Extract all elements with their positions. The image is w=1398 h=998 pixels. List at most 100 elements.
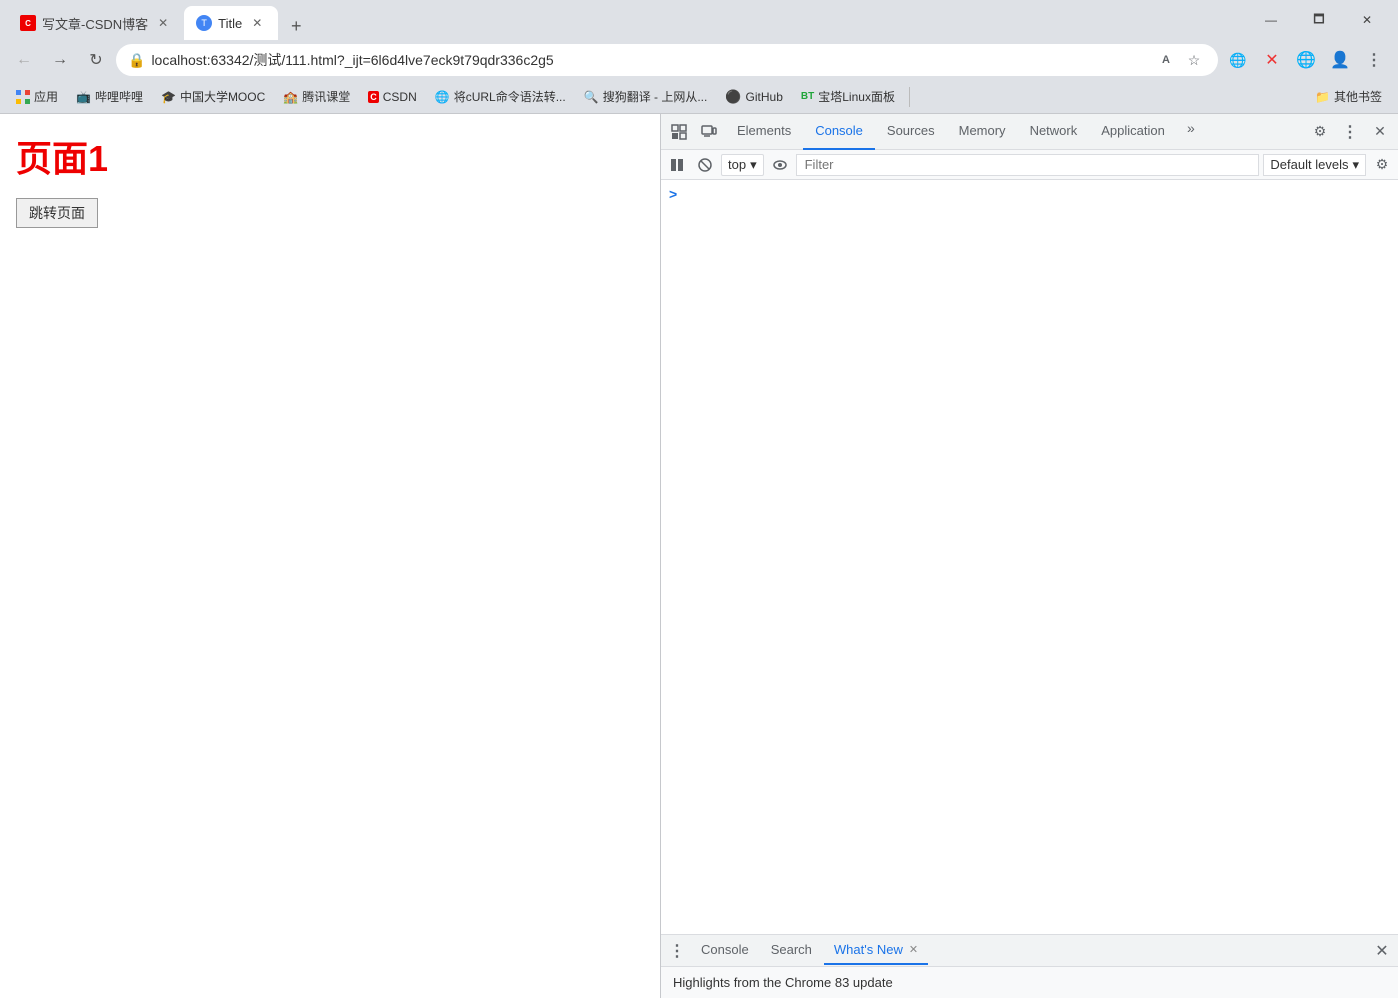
sougou-icon: 🔍 (584, 90, 599, 104)
github-icon: ⚫ (725, 89, 741, 105)
more-tabs-button[interactable]: » (1177, 114, 1205, 142)
devtools-panel: Elements Console Sources Memory Network … (660, 114, 1398, 998)
bookmark-separator (909, 87, 910, 107)
tab-network[interactable]: Network (1018, 114, 1090, 150)
profile-button[interactable]: 👤 (1324, 44, 1356, 76)
drawer-tab-whats-new[interactable]: What's New ✕ (824, 937, 928, 965)
browser-toolbar: ← → ↻ 🔒 localhost:63342/测试/111.html?_ijt… (0, 40, 1398, 80)
tab-title-csdn: 写文章-CSDN博客 (42, 14, 148, 33)
back-button[interactable]: ← (8, 44, 40, 76)
bookmark-apps[interactable]: 应用 (8, 84, 66, 110)
tab-elements[interactable]: Elements (725, 114, 803, 150)
drawer-whats-new-label: What's New (834, 942, 903, 957)
drawer-tab-close-icon[interactable]: ✕ (909, 943, 918, 956)
minimize-button[interactable]: — (1248, 4, 1294, 36)
device-icon (701, 124, 717, 140)
address-text: localhost:63342/测试/111.html?_ijt=6l6d4lv… (151, 50, 1148, 70)
drawer-close-button[interactable]: ✕ (1370, 939, 1394, 963)
bookmark-bt[interactable]: BT 宝塔Linux面板 (793, 84, 903, 110)
tab-title-page[interactable]: T Title ✕ (184, 6, 278, 40)
context-selector[interactable]: top ▾ (721, 154, 764, 176)
tab-application[interactable]: Application (1089, 114, 1177, 150)
bookmark-mooc-label: 中国大学MOOC (180, 88, 265, 105)
page-heading: 页面1 (16, 130, 644, 182)
navigate-button[interactable]: 跳转页面 (16, 198, 98, 228)
bookmark-csdn[interactable]: C CSDN (360, 84, 425, 110)
drawer-tabs: ⋮ Console Search What's New ✕ ✕ (661, 935, 1398, 967)
bookmark-sougou[interactable]: 🔍 搜狗翻译 - 上网从... (576, 84, 716, 110)
tab-favicon-csdn: C (20, 15, 36, 31)
security-icon: 🔒 (128, 52, 145, 69)
context-label: top (728, 157, 746, 172)
levels-dropdown-icon: ▾ (1352, 157, 1359, 173)
devtools-settings-button[interactable]: ⚙ (1306, 118, 1334, 146)
bookmark-button[interactable]: ☆ (1182, 48, 1206, 72)
console-tab-label: Console (815, 123, 863, 138)
record-icon (670, 158, 684, 172)
maximize-button[interactable]: 🗖 (1296, 4, 1342, 36)
inspect-element-button[interactable] (665, 118, 693, 146)
bt-icon: BT (801, 91, 814, 102)
drawer-content-text: Highlights from the Chrome 83 update (673, 975, 893, 990)
inspect-icon (671, 124, 687, 140)
console-body[interactable]: > (661, 180, 1398, 934)
csdn-icon: C (368, 91, 379, 103)
refresh-icon: ↻ (89, 50, 102, 70)
bookmark-others[interactable]: 📁 其他书签 (1307, 84, 1390, 110)
tab-memory[interactable]: Memory (947, 114, 1018, 150)
memory-tab-label: Memory (959, 123, 1006, 138)
translate-button[interactable]: A (1154, 48, 1178, 72)
devtools-more-button[interactable]: ⋮ (1336, 118, 1364, 146)
bookmark-curl[interactable]: 🌐 将cURL命令语法转... (427, 84, 574, 110)
drawer-tab-console[interactable]: Console (691, 937, 759, 965)
page-content: 页面1 跳转页面 (0, 114, 660, 998)
tab-sources[interactable]: Sources (875, 114, 947, 150)
bookmark-github[interactable]: ⚫ GitHub (717, 84, 791, 110)
drawer-console-label: Console (701, 942, 749, 957)
devtools-header-right: ⚙ ⋮ ✕ (1306, 118, 1394, 146)
console-prompt: > (661, 184, 1398, 204)
clear-button[interactable] (693, 153, 717, 177)
tab-favicon-title: T (196, 15, 212, 31)
drawer-tab-search[interactable]: Search (761, 937, 822, 965)
devtools-tabs: Elements Console Sources Memory Network … (725, 114, 1304, 150)
eye-button[interactable] (768, 153, 792, 177)
drawer-more-button[interactable]: ⋮ (665, 939, 689, 963)
levels-selector[interactable]: Default levels ▾ (1263, 154, 1366, 176)
bookmark-bilibili-label: 哔哩哔哩 (95, 88, 143, 105)
tab-close-title[interactable]: ✕ (248, 14, 266, 32)
address-bar[interactable]: 🔒 localhost:63342/测试/111.html?_ijt=6l6d4… (116, 44, 1218, 76)
forward-button[interactable]: → (44, 44, 76, 76)
devtools-close-button[interactable]: ✕ (1366, 118, 1394, 146)
more-menu-button[interactable]: ⋮ (1358, 44, 1390, 76)
console-settings-button[interactable]: ⚙ (1370, 153, 1394, 177)
close-window-button[interactable]: ✕ (1344, 4, 1390, 36)
drawer-body: Highlights from the Chrome 83 update (661, 967, 1398, 998)
mooc-icon: 🎓 (161, 90, 176, 104)
tab-csdn[interactable]: C 写文章-CSDN博客 ✕ (8, 6, 184, 40)
filter-input[interactable] (796, 154, 1260, 176)
extension-translate-button[interactable]: 🌐 (1222, 44, 1254, 76)
bookmark-mooc[interactable]: 🎓 中国大学MOOC (153, 84, 273, 110)
bookmark-sougou-label: 搜狗翻译 - 上网从... (603, 88, 708, 105)
devtools-header: Elements Console Sources Memory Network … (661, 114, 1398, 150)
refresh-button[interactable]: ↻ (80, 44, 112, 76)
bookmark-bilibili[interactable]: 📺 哔哩哔哩 (68, 84, 151, 110)
device-toggle-button[interactable] (695, 118, 723, 146)
tab-console[interactable]: Console (803, 114, 875, 150)
extension-globe-button[interactable]: 🌐 (1290, 44, 1322, 76)
sources-tab-label: Sources (887, 123, 935, 138)
clear-icon (698, 158, 712, 172)
context-dropdown-icon: ▾ (750, 157, 757, 173)
bookmark-apps-label: 应用 (34, 88, 58, 105)
bookmark-tencent[interactable]: 🏫 腾讯课堂 (275, 84, 358, 110)
bookmark-curl-label: 将cURL命令语法转... (454, 88, 566, 105)
extension-x-button[interactable]: ✕ (1256, 44, 1288, 76)
tab-close-csdn[interactable]: ✕ (154, 14, 172, 32)
new-tab-button[interactable]: + (282, 12, 310, 40)
record-button[interactable] (665, 153, 689, 177)
tab-title-text: Title (218, 16, 242, 31)
drawer-search-label: Search (771, 942, 812, 957)
devtools-drawer: ⋮ Console Search What's New ✕ ✕ Highligh… (661, 934, 1398, 998)
eye-icon (773, 158, 787, 172)
